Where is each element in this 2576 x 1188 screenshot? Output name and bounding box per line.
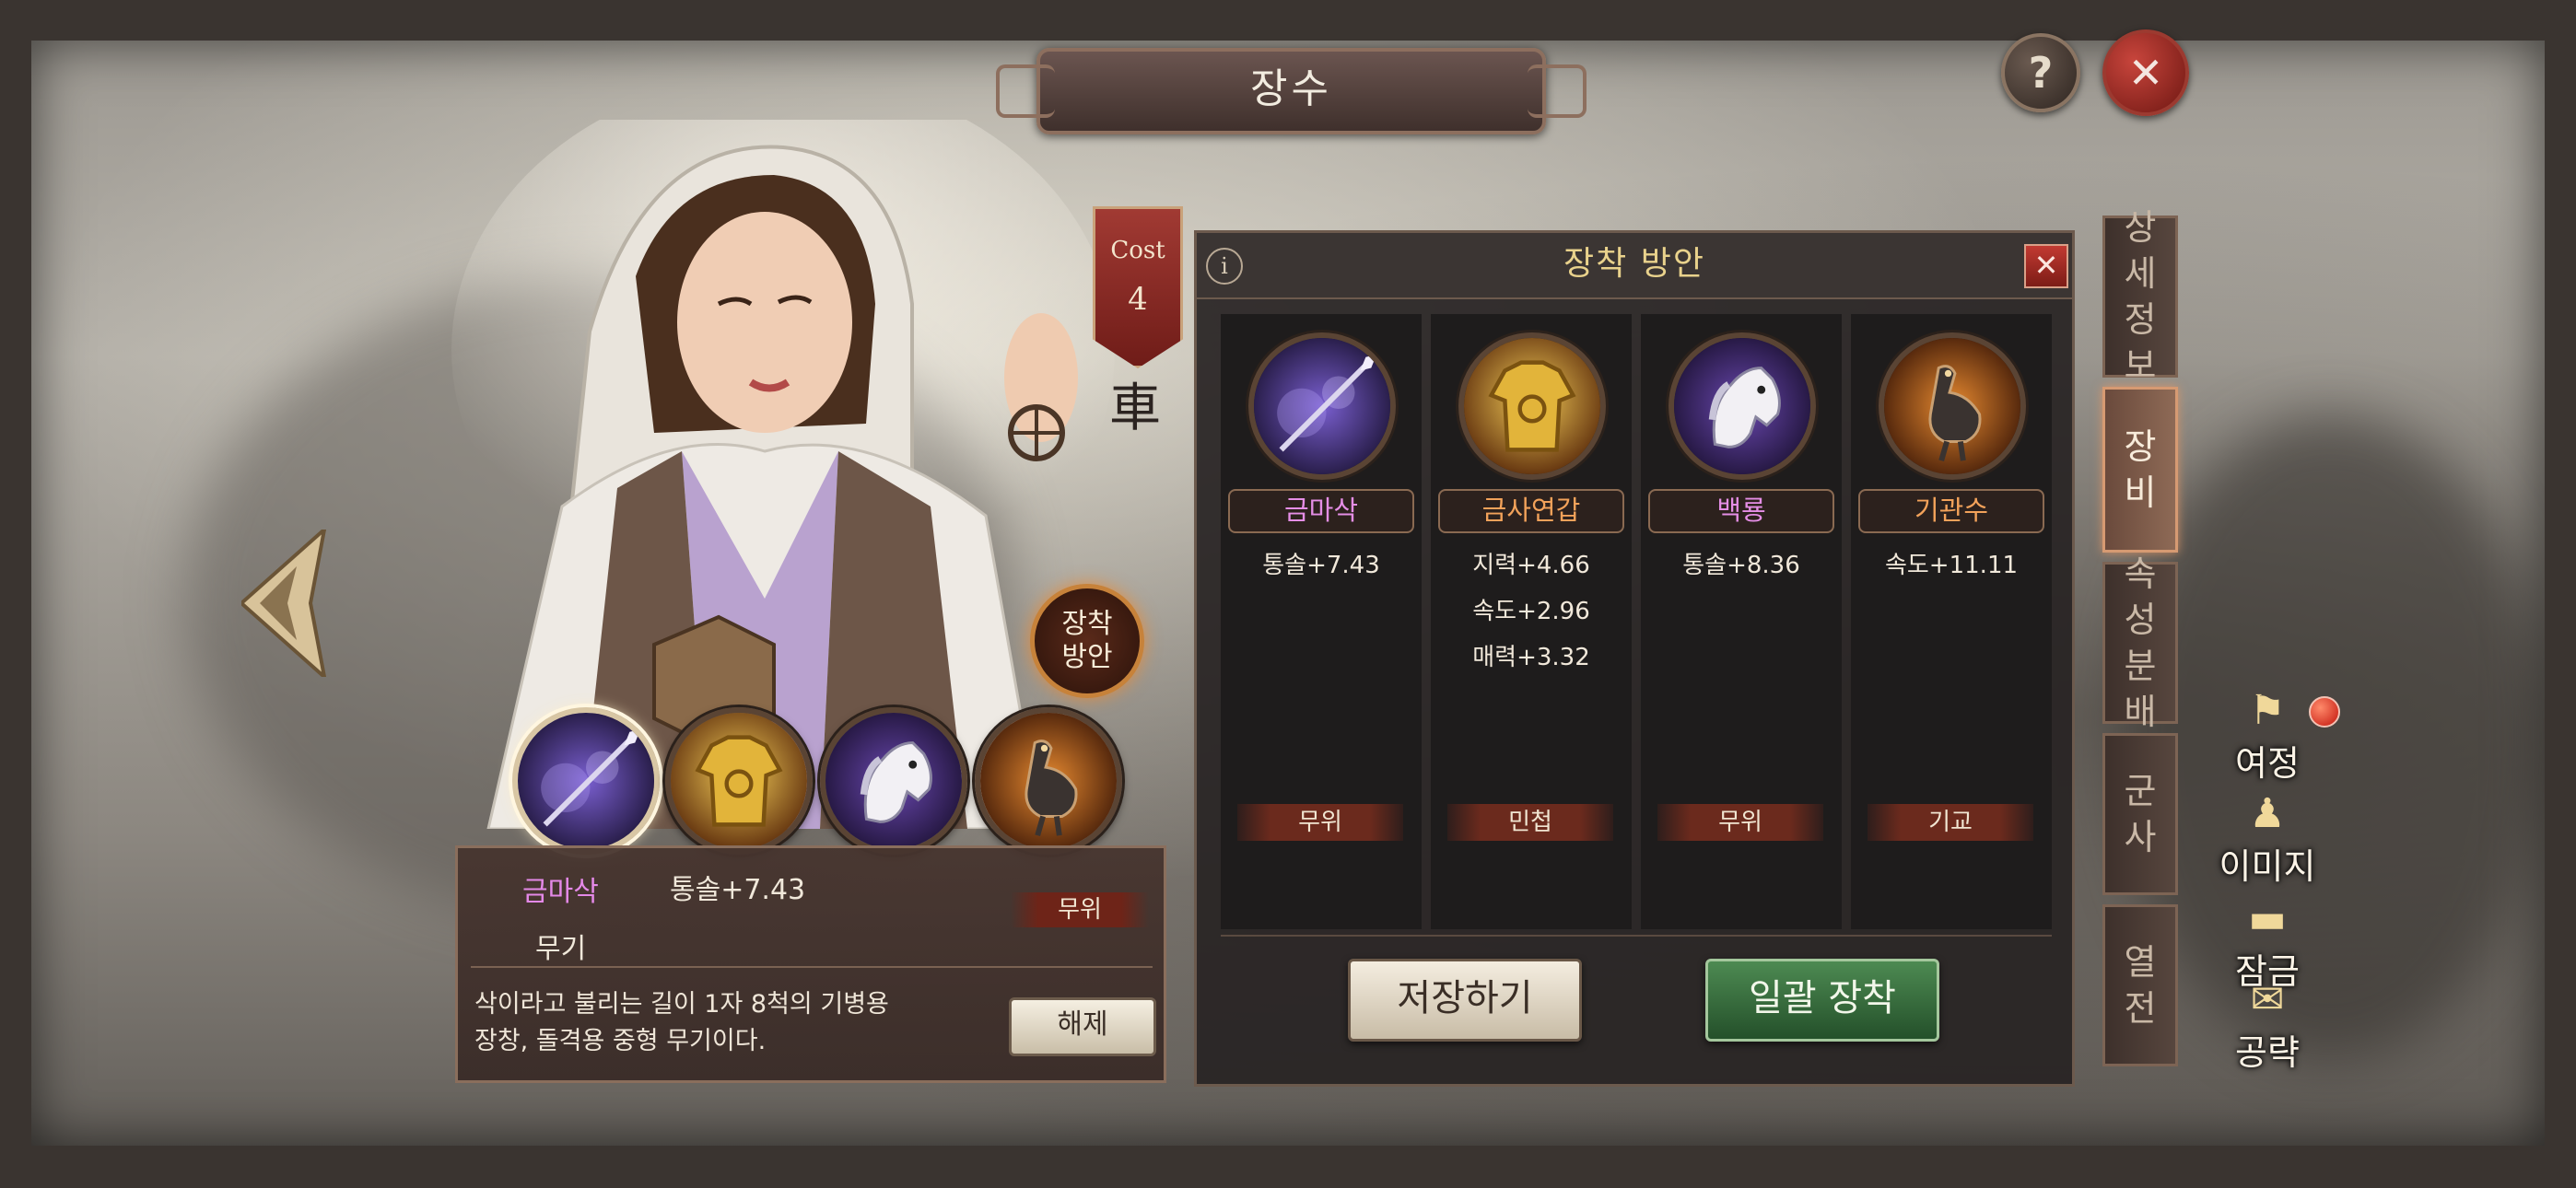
question-icon: ? <box>2028 48 2054 98</box>
item-name: 금마삭 <box>522 876 599 908</box>
item-trait-tag: 무위 <box>1657 804 1823 841</box>
tab-char: 사 <box>2124 817 2157 857</box>
equipment-slot-mount[interactable] <box>820 707 967 855</box>
white-horse-icon <box>1674 338 1810 474</box>
cost-label: Cost <box>1110 237 1165 264</box>
help-button[interactable]: ? <box>2001 33 2080 112</box>
item-trait-tag: 무위 <box>1237 804 1403 841</box>
item-name-plate: 기관수 <box>1858 489 2044 533</box>
notification-dot <box>2309 696 2340 728</box>
tab-char: 정 <box>2124 299 2157 340</box>
cost-value: 4 <box>1128 281 1148 318</box>
item-icon-slot <box>1248 332 1396 480</box>
item-name-plate: 금사연갑 <box>1438 489 1624 533</box>
item-detail-panel: 금마삭 통솔+7.43 무기 무위 삭이라고 불리는 길이 1자 8척의 기병용… <box>455 845 1166 1083</box>
item-icon-slot <box>1458 332 1606 480</box>
item-stat-line: 속도+2.96 <box>1472 598 1590 625</box>
equipment-slot-accessory[interactable] <box>975 707 1122 855</box>
item-description-line1: 삭이라고 불리는 길이 1자 8척의 기병용 <box>474 990 889 1019</box>
mechanical-bird-icon <box>980 713 1117 849</box>
info-icon[interactable]: i <box>1206 248 1243 285</box>
item-name-plate: 백룡 <box>1648 489 1834 533</box>
loadout-badge-line2: 방안 <box>1061 641 1113 673</box>
tab-char: 전 <box>2124 988 2157 1029</box>
chariot-unit-icon: 車 <box>1109 379 1161 438</box>
tab-details[interactable]: 상세정보 <box>2102 207 2178 386</box>
tab-char: 군 <box>2124 771 2157 811</box>
equip-all-button[interactable]: 일괄 장착 <box>1705 959 1939 1042</box>
scroll-map-icon: ✉ <box>2250 976 2285 1023</box>
cost-banner: Cost 4 <box>1093 206 1183 368</box>
tab-char: 배 <box>2124 692 2157 732</box>
white-horse-icon <box>825 713 962 849</box>
loadout-column-weapon[interactable]: 금마삭 통솔+7.43 무위 <box>1221 314 1422 929</box>
golden-armor-icon <box>671 713 807 849</box>
tab-char: 세 <box>2124 253 2157 294</box>
mechanical-bird-icon <box>1884 338 2020 474</box>
item-stat: 통솔+7.43 <box>670 874 806 906</box>
item-stat-line: 지력+4.66 <box>1472 552 1590 579</box>
item-icon-slot <box>1669 332 1816 480</box>
tab-char: 성 <box>2124 600 2157 640</box>
item-stat-line: 통솔+8.36 <box>1682 552 1800 579</box>
tab-char: 상 <box>2124 207 2157 248</box>
tab-char: 열 <box>2124 942 2157 983</box>
close-icon: ✕ <box>2127 48 2164 98</box>
loadout-plan-badge[interactable]: 장착 방안 <box>1030 584 1144 698</box>
item-trait-tag: 기교 <box>1868 804 2033 841</box>
previous-general-arrow-icon[interactable] <box>241 530 334 677</box>
equipment-slot-weapon[interactable] <box>512 707 660 855</box>
loadout-header: 장착 방안 i ✕ <box>1197 233 2072 299</box>
side-menu-label: 공략 <box>2235 1032 2300 1073</box>
item-description: 삭이라고 불리는 길이 1자 8척의 기병용 장창, 돌격용 중형 무기이다. <box>474 986 990 1060</box>
tab-biography[interactable]: 열전 <box>2102 904 2178 1066</box>
tab-char: 속 <box>2124 553 2157 594</box>
item-stat-line: 통솔+7.43 <box>1262 552 1380 579</box>
item-description-line2: 장창, 돌격용 중형 무기이다. <box>474 1027 767 1055</box>
item-stat-line: 매력+3.32 <box>1472 644 1590 671</box>
spear-icon <box>1254 338 1390 474</box>
item-type: 무기 <box>535 933 587 965</box>
golden-armor-icon <box>1464 338 1600 474</box>
loadout-column-armor[interactable]: 금사연갑 지력+4.66 속도+2.96 매력+3.32 민첩 <box>1431 314 1632 929</box>
divider <box>471 966 1153 968</box>
item-trait-tag: 무위 <box>1011 892 1149 927</box>
loadout-column-mount[interactable]: 백룡 통솔+8.36 무위 <box>1641 314 1842 929</box>
side-menu-label: 이미지 <box>2219 846 2316 887</box>
tab-equipment[interactable]: 장비 <box>2102 387 2178 553</box>
tab-strategist[interactable]: 군사 <box>2102 733 2178 895</box>
tab-char: 비 <box>2124 472 2157 513</box>
lock-chest-icon: ▬ <box>2248 895 2287 942</box>
item-trait-tag: 민첩 <box>1447 804 1613 841</box>
loadout-column-accessory[interactable]: 기관수 속도+11.11 기교 <box>1851 314 2052 929</box>
unequip-button[interactable]: 해제 <box>1009 997 1156 1056</box>
loadout-close-button[interactable]: ✕ <box>2024 244 2068 288</box>
divider <box>1221 935 2052 937</box>
item-stat-line: 속도+11.11 <box>1884 552 2019 579</box>
tab-char: 장 <box>2124 426 2157 467</box>
side-menu-image[interactable]: ♟ 이미지 <box>2189 790 2346 889</box>
side-menu-guide[interactable]: ✉ 공략 <box>2189 976 2346 1075</box>
tab-char: 보 <box>2124 345 2157 386</box>
loadout-title: 장착 방안 <box>1563 245 1705 283</box>
spear-icon <box>518 713 654 849</box>
save-loadout-button[interactable]: 저장하기 <box>1348 959 1582 1042</box>
tab-attribute-allocation[interactable]: 속성분배 <box>2102 553 2178 732</box>
item-icon-slot <box>1879 332 2026 480</box>
loadout-badge-line1: 장착 <box>1061 608 1113 640</box>
loadout-plan-panel: 장착 방안 i ✕ 금마삭 통솔+7.43 무위 금사연갑 지력+4.66 속도… <box>1194 230 2075 1087</box>
tab-char: 분 <box>2124 646 2157 686</box>
figure-icon: ♟ <box>2249 790 2286 837</box>
side-menu-label: 여정 <box>2235 743 2300 784</box>
close-button[interactable]: ✕ <box>2102 29 2189 116</box>
item-name-plate: 금마삭 <box>1228 489 1414 533</box>
equipment-slot-armor[interactable] <box>665 707 813 855</box>
